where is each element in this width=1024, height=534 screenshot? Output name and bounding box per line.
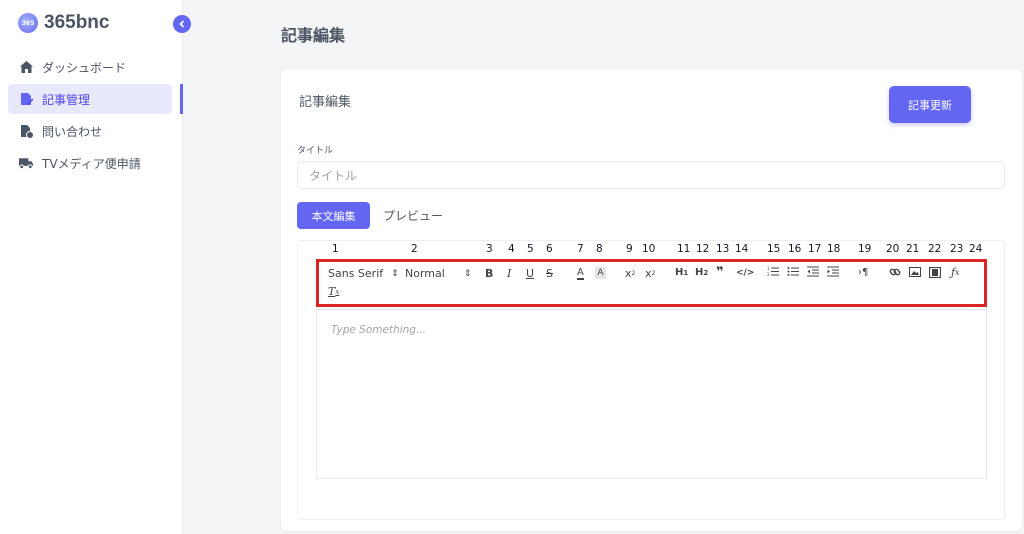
sidebar: 365 365bnc ダッシュボード 記事管理 問い合わせ TVメディア便申請: [0, 0, 183, 534]
editor-content-area[interactable]: Type Something...: [316, 309, 987, 479]
sidebar-item-dashboard[interactable]: ダッシュボード: [8, 52, 172, 82]
tool-number: 20: [886, 243, 900, 255]
sidebar-item-tv-media[interactable]: TVメディア便申請: [8, 148, 172, 178]
page-title: 記事編集: [281, 26, 346, 45]
tool-number: 14: [735, 243, 749, 255]
tool-number: 6: [546, 243, 553, 255]
tool-number: 23: [950, 243, 964, 255]
tool-number: 2: [411, 243, 418, 255]
card-heading: 記事編集: [299, 95, 352, 110]
tool-number: 22: [928, 243, 942, 255]
tool-number: 13: [716, 243, 730, 255]
tool-number: 9: [626, 243, 633, 255]
sidebar-item-inquiries[interactable]: 問い合わせ: [8, 116, 172, 146]
truck-icon: [18, 155, 34, 171]
collapse-sidebar-button[interactable]: [173, 15, 191, 33]
chevron-left-icon: [179, 20, 185, 28]
active-indicator: [180, 84, 183, 114]
tool-number: 1: [332, 243, 339, 255]
tool-number: 15: [767, 243, 781, 255]
tool-number: 8: [596, 243, 603, 255]
tool-number: 12: [696, 243, 710, 255]
logo-mark-icon: 365: [18, 13, 38, 33]
editor-placeholder: Type Something...: [331, 324, 426, 336]
tool-number: 17: [808, 243, 822, 255]
toolbar-highlight-outline: [316, 259, 987, 307]
update-article-button[interactable]: 記事更新: [889, 86, 971, 123]
logo-text: 365bnc: [44, 12, 110, 33]
tool-number: 3: [486, 243, 493, 255]
sidebar-item-articles[interactable]: 記事管理: [8, 84, 172, 114]
sidebar-item-label: 記事管理: [42, 92, 91, 107]
article-edit-icon: [18, 91, 34, 107]
sidebar-item-label: ダッシュボード: [42, 60, 127, 75]
sidebar-item-label: TVメディア便申請: [42, 156, 141, 171]
file-question-icon: [18, 123, 34, 139]
logo[interactable]: 365 365bnc: [18, 12, 109, 34]
tool-number: 11: [677, 243, 691, 255]
tool-number: 10: [642, 243, 656, 255]
tool-number: 19: [858, 243, 872, 255]
tool-number: 7: [577, 243, 584, 255]
toolbar-number-labels: 1 2 3 4 5 6 7 8 9 10 11 12 13 14 15 16 1…: [0, 243, 1024, 257]
tool-number: 16: [788, 243, 802, 255]
tool-number: 4: [508, 243, 515, 255]
home-icon: [18, 59, 34, 75]
title-label: タイトル: [297, 146, 334, 156]
tab-preview[interactable]: プレビュー: [383, 207, 443, 224]
title-input[interactable]: タイトル: [297, 161, 1005, 189]
sidebar-item-label: 問い合わせ: [42, 124, 103, 139]
tool-number: 21: [906, 243, 920, 255]
tool-number: 24: [969, 243, 983, 255]
tool-number: 5: [527, 243, 534, 255]
tab-body-edit[interactable]: 本文編集: [297, 202, 370, 229]
sidebar-nav: ダッシュボード 記事管理 問い合わせ TVメディア便申請: [8, 52, 172, 180]
tool-number: 18: [827, 243, 841, 255]
